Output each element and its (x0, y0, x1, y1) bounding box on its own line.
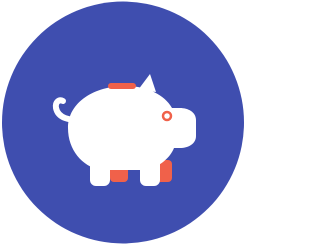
piggy-bank-app-icon (0, 0, 246, 245)
pig-front-leg-right (140, 150, 160, 186)
piggy-bank-icon (2, 1, 244, 244)
pig-front-leg-left (90, 150, 110, 186)
coin-slot (108, 83, 136, 89)
